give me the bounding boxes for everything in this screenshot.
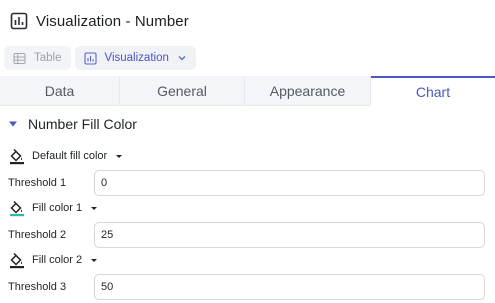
threshold-2-input[interactable] bbox=[94, 222, 485, 248]
tab-chart[interactable]: Chart bbox=[371, 76, 495, 106]
view-switcher: Table Visualization bbox=[0, 46, 196, 72]
threshold-2-row: Threshold 2 bbox=[8, 222, 485, 248]
threshold-3-row: Threshold 3 bbox=[8, 274, 485, 300]
paint-bucket-icon bbox=[8, 251, 26, 269]
default-fill-color-picker[interactable]: Default fill color bbox=[8, 145, 124, 167]
table-view-button[interactable]: Table bbox=[4, 46, 71, 70]
header: Visualization - Number bbox=[0, 0, 495, 42]
chevron-down-icon bbox=[177, 53, 187, 63]
table-icon bbox=[13, 52, 26, 65]
fill-color-2-picker[interactable]: Fill color 2 bbox=[8, 249, 99, 271]
fill-color-2-label: Fill color 2 bbox=[32, 254, 83, 266]
tab-data[interactable]: Data bbox=[0, 76, 120, 106]
caret-down-icon bbox=[114, 151, 124, 161]
threshold-1-input[interactable] bbox=[94, 170, 485, 196]
number-fill-color-section-toggle[interactable]: Number Fill Color bbox=[8, 113, 137, 135]
visualization-view-label: Visualization bbox=[104, 52, 169, 64]
page-title: Visualization - Number bbox=[36, 12, 189, 30]
bar-chart-icon bbox=[83, 51, 97, 65]
table-view-label: Table bbox=[34, 52, 62, 64]
threshold-3-input[interactable] bbox=[94, 274, 485, 300]
caret-down-icon bbox=[8, 119, 18, 129]
tab-bar: Data General Appearance Chart bbox=[0, 76, 495, 106]
caret-down-icon bbox=[89, 255, 99, 265]
threshold-1-label: Threshold 1 bbox=[8, 177, 67, 189]
threshold-1-row: Threshold 1 bbox=[8, 170, 485, 196]
tab-general[interactable]: General bbox=[120, 76, 245, 106]
caret-down-icon bbox=[89, 203, 99, 213]
paint-bucket-icon bbox=[8, 147, 26, 165]
paint-bucket-icon bbox=[8, 199, 26, 217]
bar-chart-icon bbox=[9, 11, 29, 31]
fill-color-1-label: Fill color 1 bbox=[32, 202, 83, 214]
tab-appearance[interactable]: Appearance bbox=[245, 76, 371, 106]
threshold-2-label: Threshold 2 bbox=[8, 229, 67, 241]
section-title: Number Fill Color bbox=[28, 116, 137, 132]
visualization-view-button[interactable]: Visualization bbox=[74, 46, 196, 70]
fill-color-1-picker[interactable]: Fill color 1 bbox=[8, 197, 99, 219]
threshold-3-label: Threshold 3 bbox=[8, 281, 67, 293]
default-fill-color-label: Default fill color bbox=[32, 150, 108, 162]
